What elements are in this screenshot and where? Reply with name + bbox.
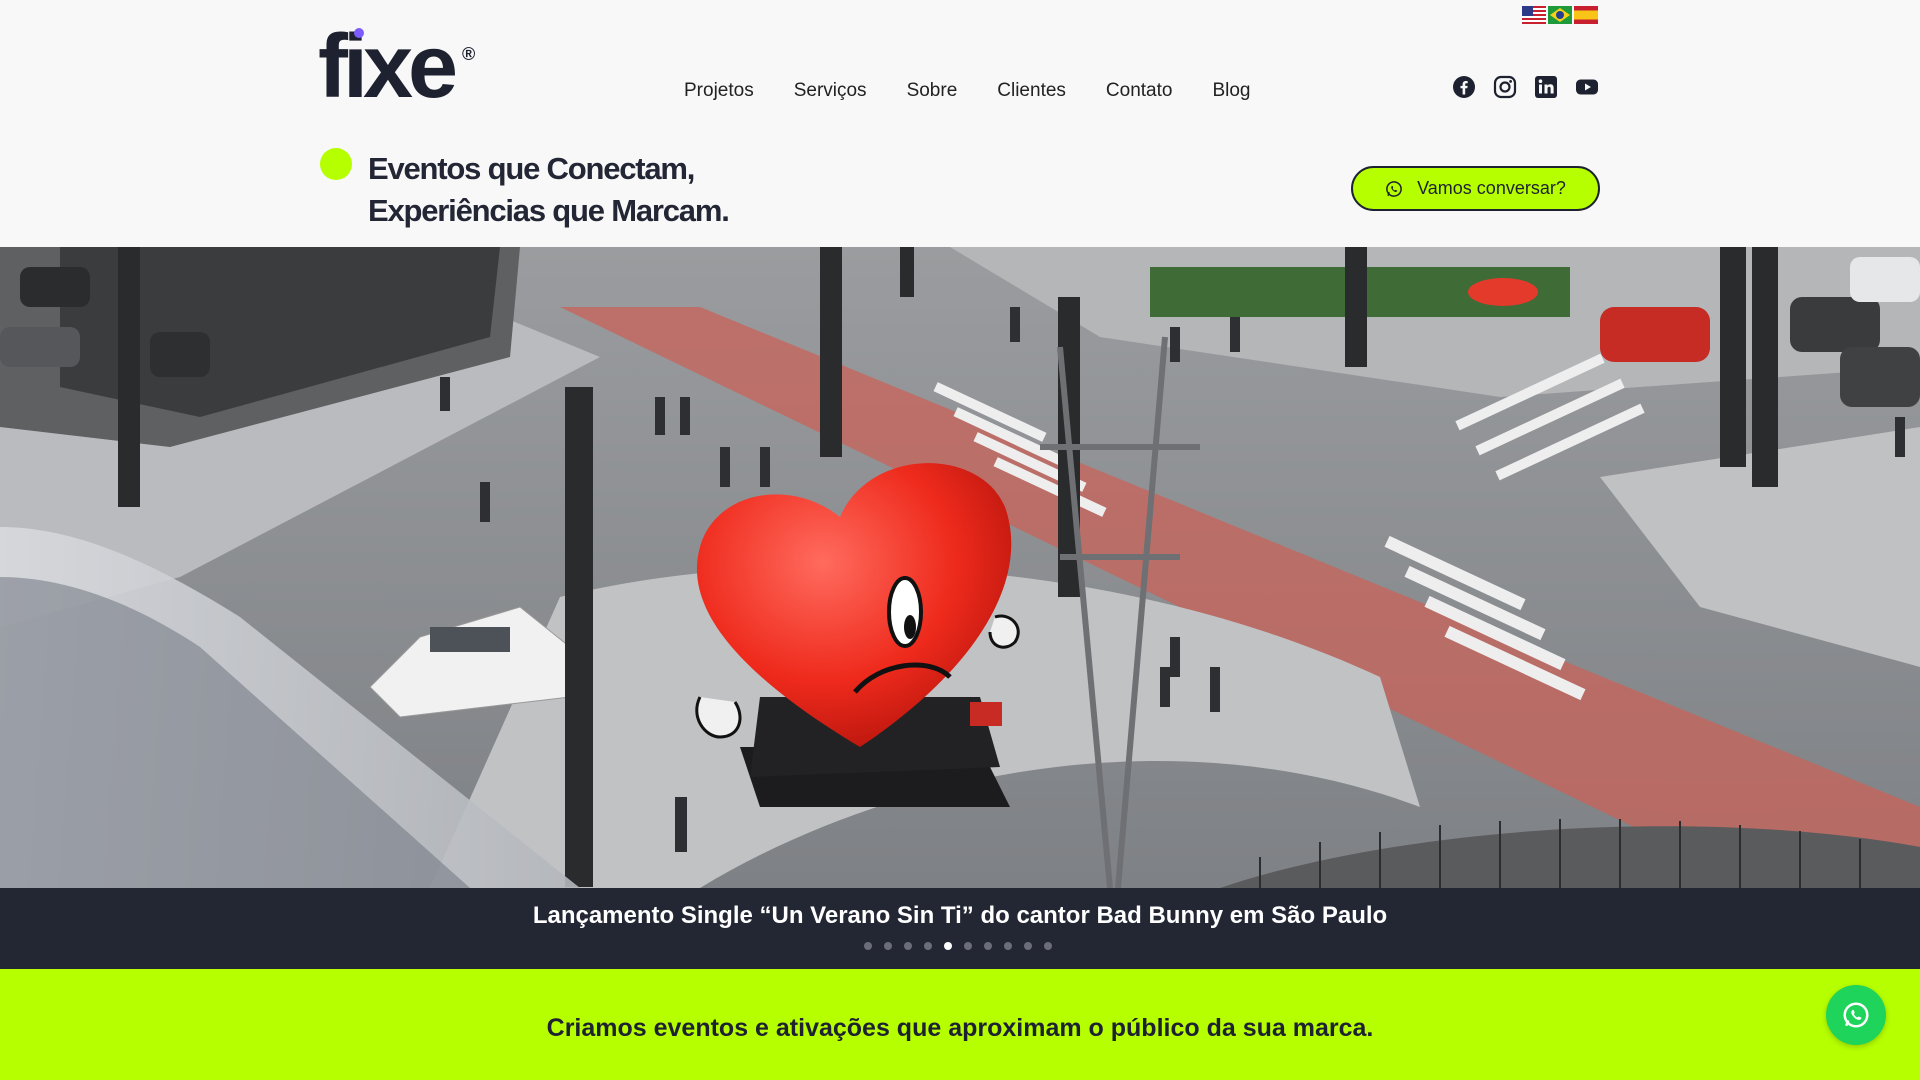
main-nav: Projetos Serviços Sobre Clientes Contato…	[684, 80, 1251, 102]
site-header: fixe ® Projetos Serviços Sobre Clientes …	[0, 0, 1920, 247]
nav-item-sobre[interactable]: Sobre	[907, 80, 958, 102]
slider-dot[interactable]	[944, 942, 952, 950]
nav-item-servicos[interactable]: Serviços	[794, 80, 867, 102]
nav-item-contato[interactable]: Contato	[1106, 80, 1173, 102]
logo-registered-mark: ®	[462, 44, 476, 64]
nav-item-projetos[interactable]: Projetos	[684, 80, 754, 102]
social-links	[1452, 75, 1599, 99]
whatsapp-float-button[interactable]	[1826, 985, 1886, 1045]
whatsapp-icon	[1843, 1002, 1869, 1028]
slider-dot[interactable]	[1044, 942, 1052, 950]
slider-caption-bar: Lançamento Single “Un Verano Sin Ti” do …	[0, 888, 1920, 969]
logo-dot	[354, 28, 364, 38]
language-switcher	[1522, 6, 1598, 24]
facebook-icon[interactable]	[1452, 75, 1476, 99]
slider-dot[interactable]	[864, 942, 872, 950]
slider-dot[interactable]	[1024, 942, 1032, 950]
value-proposition-text: Criamos eventos e ativações que aproxima…	[546, 1014, 1374, 1042]
slider-dot[interactable]	[964, 942, 972, 950]
brazil-flag-icon[interactable]	[1548, 6, 1572, 24]
linkedin-icon[interactable]	[1534, 75, 1558, 99]
us-flag-icon[interactable]	[1522, 6, 1546, 24]
slider-dot[interactable]	[984, 942, 992, 950]
slider-dot[interactable]	[1004, 942, 1012, 950]
hero-heading-line-2: Experiências que Marcam.	[368, 193, 730, 228]
slider-dot[interactable]	[884, 942, 892, 950]
logo[interactable]: fixe	[318, 22, 458, 112]
instagram-icon[interactable]	[1493, 75, 1517, 99]
nav-item-blog[interactable]: Blog	[1212, 80, 1250, 102]
contact-cta-label: Vamos conversar?	[1417, 178, 1566, 198]
whatsapp-icon	[1386, 180, 1402, 197]
youtube-icon[interactable]	[1575, 75, 1599, 99]
spain-flag-icon[interactable]	[1574, 6, 1598, 24]
hero-heading-line-1: Eventos que Conectam,	[368, 151, 695, 186]
slider-dot[interactable]	[924, 942, 932, 950]
slider-pagination	[864, 942, 1052, 950]
hero-slider[interactable]	[0, 247, 1920, 888]
slide-caption: Lançamento Single “Un Verano Sin Ti” do …	[532, 902, 1388, 929]
page: fixe ® Projetos Serviços Sobre Clientes …	[0, 0, 1920, 1080]
heading-accent-dot	[320, 148, 352, 180]
nav-item-clientes[interactable]: Clientes	[997, 80, 1066, 102]
hero-heading: Eventos que Conectam, Experiências que M…	[368, 148, 730, 232]
contact-cta-button[interactable]: Vamos conversar?	[1351, 166, 1600, 211]
hero-photo	[0, 247, 1920, 888]
slider-dot[interactable]	[904, 942, 912, 950]
value-proposition-banner: Criamos eventos e ativações que aproxima…	[0, 969, 1920, 1080]
